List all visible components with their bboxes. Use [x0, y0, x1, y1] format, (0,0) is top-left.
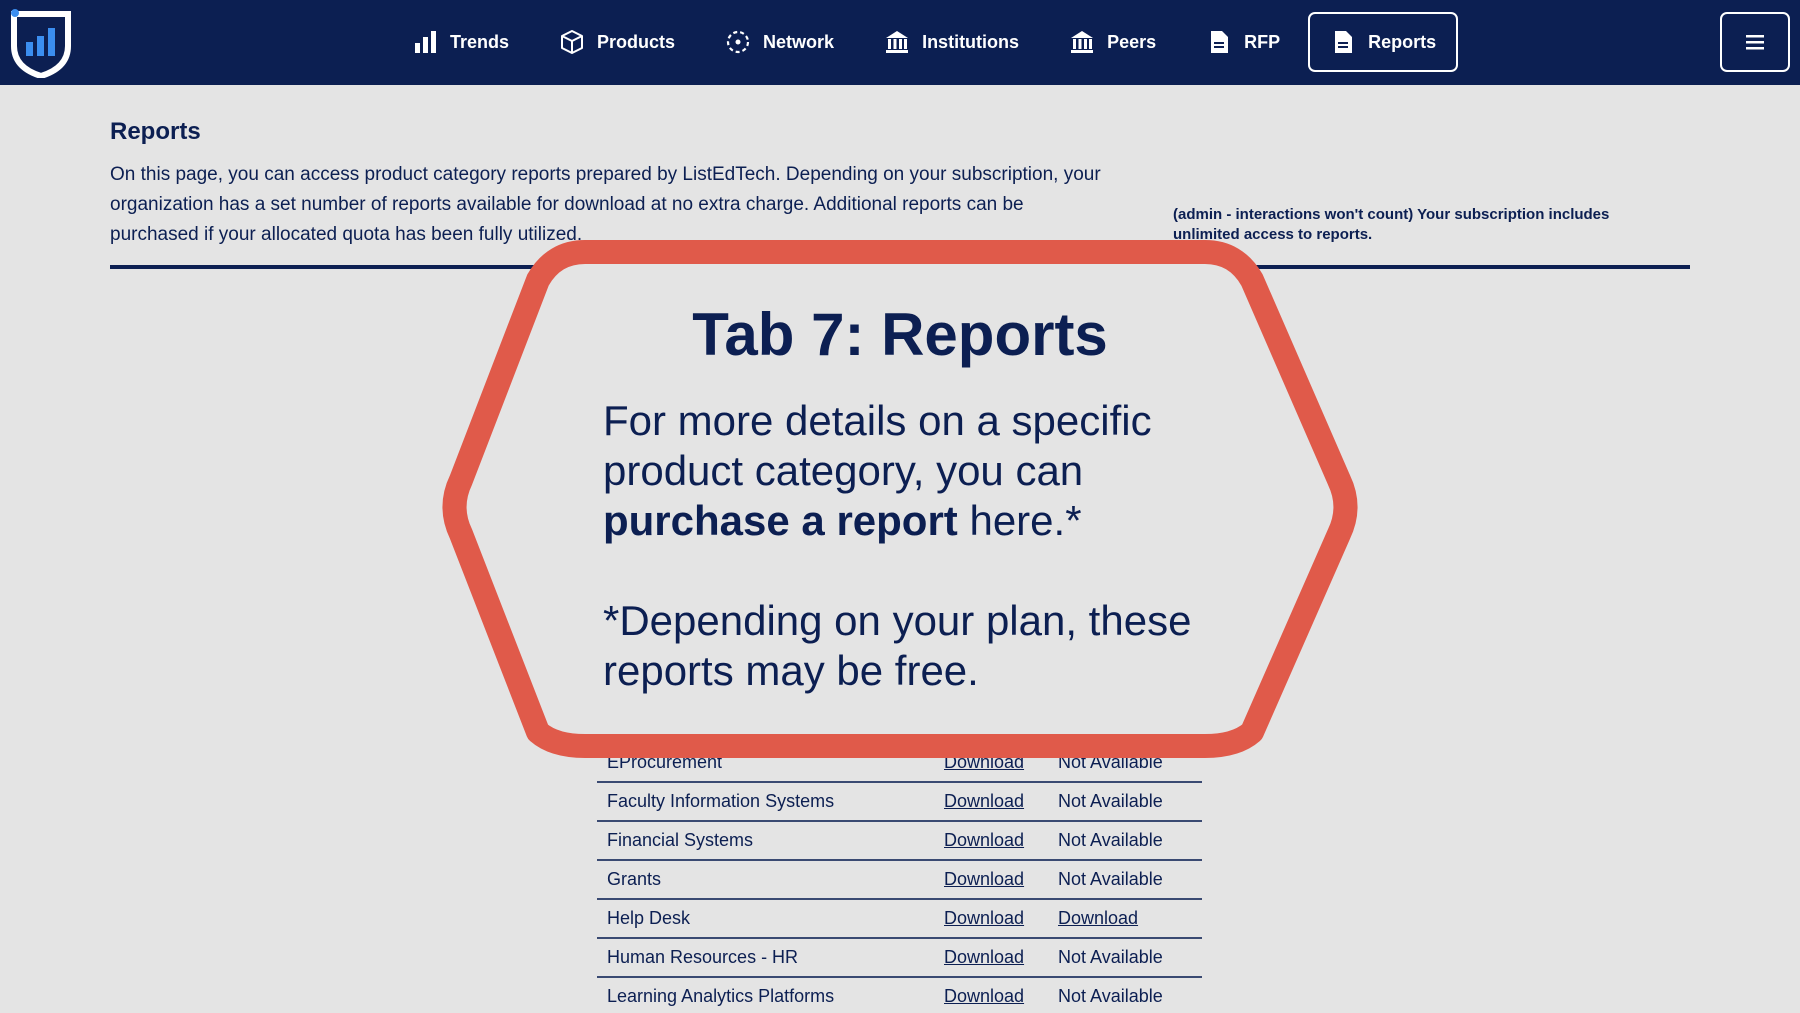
nav-trends[interactable]: Trends — [390, 12, 531, 72]
availability-status: Not Available — [1058, 751, 1163, 772]
report-availability-cell: Not Available — [1048, 782, 1202, 822]
hamburger-icon — [1746, 35, 1764, 50]
download-link[interactable]: Download — [944, 752, 1024, 772]
availability-status: Not Available — [1058, 986, 1163, 1006]
report-availability-cell: Download — [1048, 899, 1202, 939]
report-category-name: Financial Systems — [597, 821, 934, 861]
nav-rfp[interactable]: RFP — [1184, 12, 1302, 72]
table-row: Help Desk Download Download — [597, 899, 1202, 939]
report-availability-cell: Not Available — [1048, 977, 1202, 1013]
nav-label: Reports — [1368, 31, 1437, 52]
page-title: Reports — [110, 118, 201, 145]
report-category-name: EProcurement — [597, 743, 934, 783]
nav-reports[interactable]: Reports — [1308, 12, 1459, 72]
download-link[interactable]: Download — [944, 830, 1024, 850]
intro-text: On this page, you can access product cat… — [110, 164, 1101, 245]
table-row: Financial Systems Download Not Available — [597, 821, 1202, 861]
report-category-name: Help Desk — [597, 899, 934, 939]
report-download-cell: Download — [934, 821, 1048, 861]
availability-status: Not Available — [1058, 947, 1163, 967]
cube-icon — [561, 30, 584, 54]
peers-icon — [1071, 31, 1094, 53]
table-row: Learning Analytics Platforms Download Not … — [597, 977, 1202, 1013]
report-download-cell: Download — [934, 938, 1048, 978]
nav-products[interactable]: Products — [537, 12, 697, 72]
institution-icon — [886, 31, 909, 53]
report-download-cell: Download — [934, 977, 1048, 1013]
nav-institutions[interactable]: Institutions — [862, 12, 1041, 72]
report-availability-cell: Not Available — [1048, 743, 1202, 783]
report-download-cell: Download — [934, 899, 1048, 939]
table-row: Faculty Information Systems Download Not A… — [597, 782, 1202, 822]
nav-label: Peers — [1107, 31, 1157, 52]
table-row: EProcurement Download Not Available — [597, 743, 1202, 783]
report-icon — [1335, 31, 1353, 53]
subscription-note: (admin - interactions won't count) Your … — [1173, 206, 1610, 243]
callout-title: Tab 7: Reports — [692, 301, 1108, 368]
main-nav: Trends Products Network Institutions Pee… — [390, 12, 1464, 72]
download-link[interactable]: Download — [944, 869, 1024, 889]
report-category-name: Faculty Information Systems — [597, 782, 934, 822]
download-link[interactable]: Download — [944, 908, 1024, 928]
download-link[interactable]: Download — [944, 986, 1024, 1006]
report-category-name: Learning Analytics Platforms — [597, 977, 934, 1013]
table-row: Human Resources - HR Download Not Availabl… — [597, 938, 1202, 978]
table-row: Grants Download Not Available — [597, 860, 1202, 900]
reports-header: Reports On this page, you can access pro… — [110, 118, 1110, 250]
availability-status: Not Available — [1058, 791, 1163, 811]
document-icon — [1211, 31, 1229, 53]
nav-label: RFP — [1244, 31, 1281, 52]
report-availability-cell: Not Available — [1048, 860, 1202, 900]
menu-button[interactable] — [1720, 12, 1790, 72]
callout-body-text-end: here.* — [957, 497, 1082, 544]
report-availability-cell: Not Available — [1048, 938, 1202, 978]
callout-body-emphasis: purchase a report — [603, 497, 958, 544]
network-icon — [726, 30, 750, 54]
callout-body: For more details on a specific product c… — [603, 396, 1243, 546]
report-category-name: Human Resources - HR — [597, 938, 934, 978]
report-availability-cell: Not Available — [1048, 821, 1202, 861]
download-link[interactable]: Download — [944, 947, 1024, 967]
reports-table: EProcurement Download Not Available Faculty… — [597, 743, 1202, 1013]
top-navigation-bar: Trends Products Network Institutions Pee… — [0, 0, 1800, 85]
availability-status: Not Available — [1058, 869, 1163, 889]
nav-network[interactable]: Network — [703, 12, 856, 72]
nav-peers[interactable]: Peers — [1047, 12, 1178, 72]
nav-label: Products — [597, 31, 676, 52]
nav-label: Trends — [450, 31, 510, 52]
report-download-cell: Download — [934, 743, 1048, 783]
callout-body-text: For more details on a specific product c… — [603, 397, 1152, 494]
download-link[interactable]: Download — [1058, 908, 1138, 928]
download-link[interactable]: Download — [944, 791, 1024, 811]
report-download-cell: Download — [934, 782, 1048, 822]
listedtech-logo[interactable] — [8, 8, 74, 78]
availability-status: Not Available — [1058, 830, 1163, 850]
report-category-name: Grants — [597, 860, 934, 900]
report-download-cell: Download — [934, 860, 1048, 900]
divider — [110, 265, 1690, 269]
callout-note: *Depending on your plan, these reports m… — [603, 597, 1192, 694]
nav-label: Network — [763, 31, 835, 52]
bar-chart-icon — [415, 31, 436, 53]
nav-label: Institutions — [922, 31, 1020, 52]
